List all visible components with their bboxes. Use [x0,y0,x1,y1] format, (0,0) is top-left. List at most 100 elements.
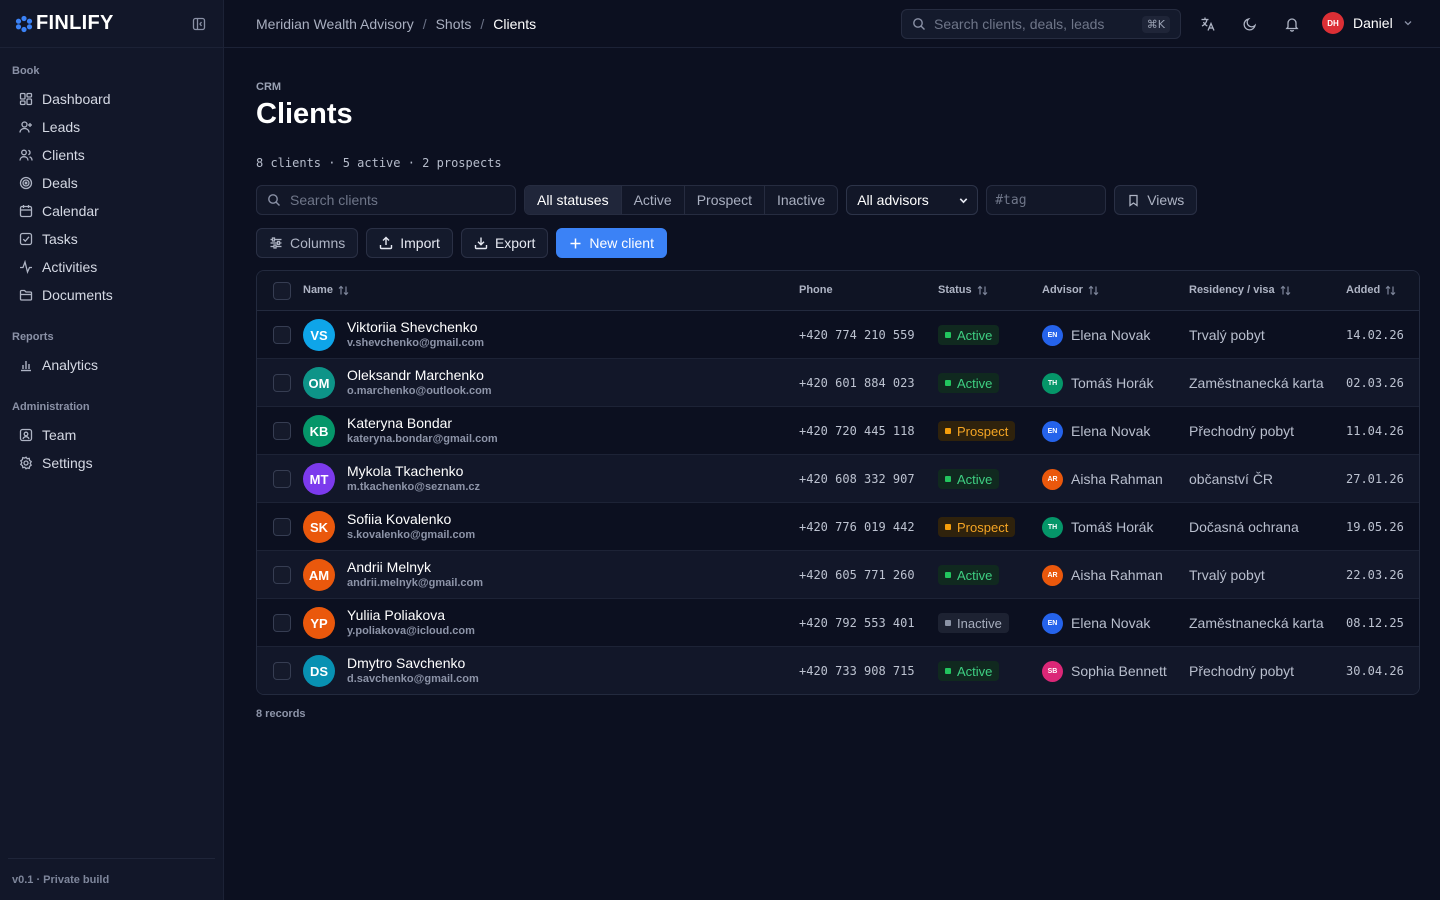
table-row[interactable]: VS Viktoriia Shevchenko v.shevchenko@gmail… [257,311,1419,359]
client-avatar: KB [303,415,335,447]
sidebar-item-activities[interactable]: Activities [0,253,224,281]
advisor-avatar: EN [1042,421,1063,442]
client-phone: +420 792 553 401 [799,616,915,630]
breadcrumb-item[interactable]: Shots [436,16,472,32]
client-name[interactable]: Kateryna Bondar [347,415,452,431]
row-checkbox[interactable] [273,374,291,392]
table-row[interactable]: MT Mykola Tkachenko m.tkachenko@seznam.cz +… [257,455,1419,503]
sidebar-collapse-icon[interactable] [189,14,209,34]
sidebar-item-deals[interactable]: Deals [0,169,224,197]
new-client-button[interactable]: New client [556,228,667,258]
column-header-status[interactable]: Status [938,284,988,296]
residency-status: Přechodný pobyt [1189,663,1295,679]
sidebar-item-clients[interactable]: Clients [0,141,224,169]
row-checkbox[interactable] [273,614,291,632]
status-filter-all[interactable]: All statuses [525,186,622,214]
added-date: 02.03.26 [1346,376,1404,390]
status-badge: Prospect [938,517,1016,537]
sort-icon [1385,285,1396,296]
export-button[interactable]: Export [460,228,549,258]
status-dot-icon [945,620,951,626]
client-avatar: SK [303,511,335,543]
row-checkbox[interactable] [273,566,291,584]
status-filter-inactive[interactable]: Inactive [765,186,837,214]
sort-icon [338,285,349,296]
sidebar-item-dashboard[interactable]: Dashboard [0,85,224,113]
topbar: Meridian Wealth Advisory / Shots / Clien… [224,0,1440,48]
bell-icon[interactable] [1282,14,1302,34]
logo[interactable]: FINLIFY [14,12,114,35]
status-badge: Active [938,325,1000,345]
advisor-name: Tomáš Horák [1071,519,1154,535]
calendar-icon [18,204,33,219]
column-header-name[interactable]: Name [303,284,349,296]
client-name[interactable]: Viktoriia Shevchenko [347,319,477,335]
sidebar-item-label: Calendar [42,203,99,219]
sidebar-item-label: Clients [42,147,85,163]
row-checkbox[interactable] [273,518,291,536]
client-name[interactable]: Oleksandr Marchenko [347,367,484,383]
sidebar-item-calendar[interactable]: Calendar [0,197,224,225]
client-name[interactable]: Sofiia Kovalenko [347,511,451,527]
advisor-select[interactable]: All advisors [846,185,979,215]
column-header-added[interactable]: Added [1346,284,1396,296]
user-menu[interactable]: DH Daniel [1322,12,1414,34]
select-all-checkbox[interactable] [273,282,291,300]
row-checkbox[interactable] [273,422,291,440]
residency-status: Trvalý pobyt [1189,567,1265,583]
search-icon [267,193,281,207]
status-dot-icon [945,428,951,434]
sidebar-item-label: Activities [42,259,98,275]
table-row[interactable]: KB Kateryna Bondar kateryna.bondar@gmail.c… [257,407,1419,455]
sidebar-item-label: Leads [42,119,81,135]
columns-button[interactable]: Columns [256,228,359,258]
table-row[interactable]: AM Andrii Melnyk andrii.melnyk@gmail.com +4… [257,551,1419,599]
status-filter-prospect[interactable]: Prospect [685,186,765,214]
breadcrumb-separator: / [480,15,485,32]
client-search-input[interactable]: Search clients [256,185,516,215]
client-phone: +420 605 771 260 [799,568,915,582]
row-checkbox[interactable] [273,326,291,344]
sidebar-item-documents[interactable]: Documents [0,281,224,309]
row-checkbox[interactable] [273,470,291,488]
client-name[interactable]: Andrii Melnyk [347,559,431,575]
views-button[interactable]: Views [1114,185,1198,215]
keyboard-shortcut-badge: ⌘K [1141,15,1170,33]
status-badge: Prospect [938,421,1016,441]
row-checkbox[interactable] [273,662,291,680]
column-header-residency[interactable]: Residency / visa [1189,284,1291,296]
sidebar-item-team[interactable]: Team [0,421,224,449]
added-date: 11.04.26 [1346,424,1404,438]
status-filter-active[interactable]: Active [622,186,685,214]
table-row[interactable]: DS Dmytro Savchenko d.savchenko@gmail.com +… [257,647,1419,694]
table-row[interactable]: OM Oleksandr Marchenko o.marchenko@outlook… [257,359,1419,407]
sidebar-item-leads[interactable]: Leads [0,113,224,141]
column-header-label: Name [303,284,333,296]
sliders-icon [269,236,283,250]
sidebar-item-label: Team [42,427,77,443]
residency-status: Zaměstnanecká karta [1189,615,1324,631]
breadcrumb: Meridian Wealth Advisory / Shots / Clien… [256,16,536,32]
activity-icon [18,260,33,275]
advisor-name: Elena Novak [1071,327,1151,343]
sidebar-item-settings[interactable]: Settings [0,449,224,477]
breadcrumb-item[interactable]: Meridian Wealth Advisory [256,16,414,32]
translate-icon[interactable] [1198,14,1218,34]
client-name[interactable]: Dmytro Savchenko [347,655,465,671]
sidebar-item-tasks[interactable]: Tasks [0,225,224,253]
target-icon [18,176,33,191]
table-row[interactable]: SK Sofiia Kovalenko s.kovalenko@gmail.com +… [257,503,1419,551]
client-search-placeholder: Search clients [290,192,378,208]
client-name[interactable]: Yuliia Poliakova [347,607,445,623]
advisor-avatar: SB [1042,661,1063,682]
sidebar-item-analytics[interactable]: Analytics [0,351,224,379]
global-search-input[interactable]: Search clients, deals, leads ⌘K [901,9,1181,39]
table-row[interactable]: YP Yuliia Poliakova y.poliakova@icloud.com… [257,599,1419,647]
column-header-advisor[interactable]: Advisor [1042,284,1099,296]
tag-filter-input[interactable]: #tag [986,185,1107,215]
client-name[interactable]: Mykola Tkachenko [347,463,463,479]
import-button[interactable]: Import [366,228,453,258]
status-badge: Active [938,661,1000,681]
client-email: m.tkachenko@seznam.cz [347,481,480,493]
moon-icon[interactable] [1240,14,1260,34]
